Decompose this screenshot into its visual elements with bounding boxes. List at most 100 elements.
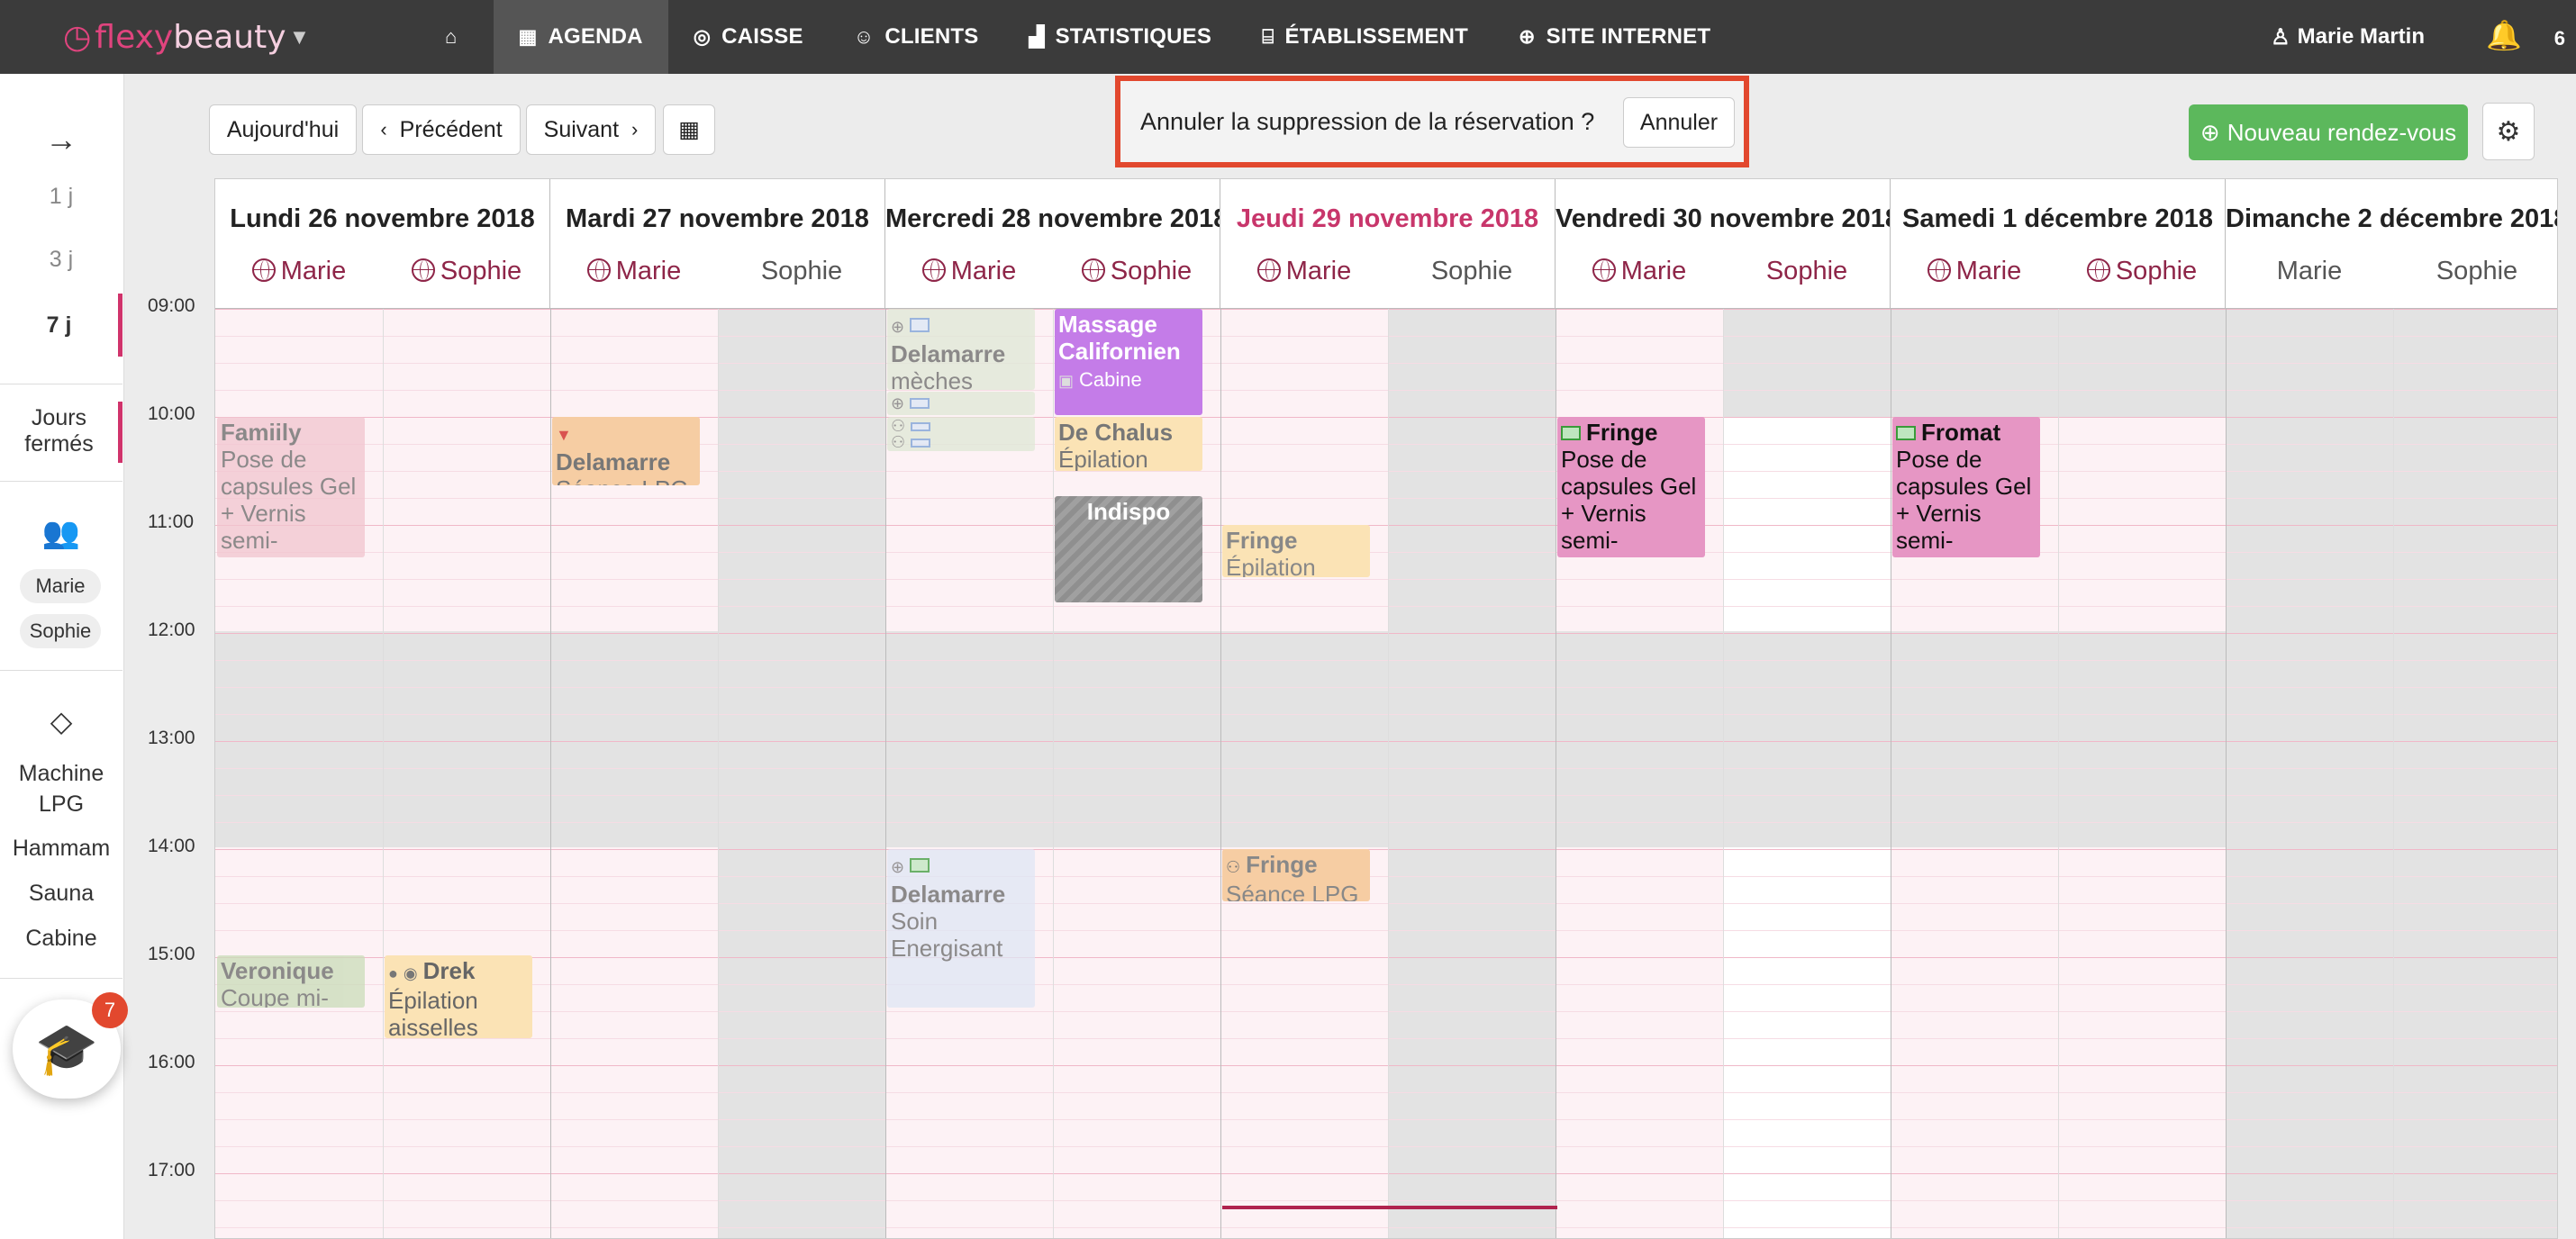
unavailable-block[interactable]: Indispo [1055, 496, 1202, 602]
appointment-mini-slot[interactable]: ⊕ [887, 392, 1035, 415]
staff-header-marie[interactable]: Marie [885, 257, 1053, 286]
box-icon: ◇ [50, 705, 73, 737]
day-header-sat[interactable]: Samedi 1 décembre 2018 Marie Sophie [1891, 179, 2226, 309]
nav-etablissement[interactable]: ⌸ ÉTABLISSEMENT [1237, 0, 1493, 74]
undo-delete-alert: Annuler la suppression de la réservation… [1115, 76, 1749, 167]
resource-machine-lpg[interactable]: Machine LPG [0, 758, 122, 819]
quarter-line [215, 930, 2557, 931]
appointment-famiily[interactable]: Famiily Pose de capsules Gel + Vernis se… [217, 417, 365, 557]
day-separator [550, 179, 551, 1238]
quarter-line [215, 606, 2557, 607]
day-header-sun[interactable]: Dimanche 2 décembre 2018 Marie Sophie [2226, 179, 2557, 309]
nav-caisse-label: CAISSE [721, 24, 803, 49]
staff-header-marie[interactable]: Marie [2226, 257, 2393, 286]
staff-chip-marie[interactable]: Marie [20, 569, 101, 603]
user-circle-icon: ◉ [403, 964, 418, 982]
week-calendar: Lundi 26 novembre 2018 Marie Sophie Mard… [214, 178, 2558, 1239]
appointment-fromat[interactable]: Fromat Pose de capsules Gel + Vernis semi… [1892, 417, 2040, 557]
brand-logo[interactable]: ◷ flexy beauty ▼ [63, 13, 305, 61]
globe-icon [921, 258, 946, 282]
staff-header-sophie[interactable]: Sophie [1053, 257, 1220, 286]
resource-cabine[interactable]: Cabine [0, 926, 122, 952]
appointment-delamarre-wed[interactable]: ⊕ Delamarre mèches [887, 309, 1035, 390]
staff-name: Marie [1955, 257, 2022, 285]
nav-site-internet-label: SITE INTERNET [1546, 24, 1711, 49]
staff-header-sophie[interactable]: Sophie [718, 257, 885, 286]
appointment-mini-slot[interactable]: ⚇ ⚇ [887, 417, 1035, 451]
undo-cancel-button[interactable]: Annuler [1623, 97, 1735, 148]
appointment-drek[interactable]: ● ◉ Drek Épilation aisselles [385, 955, 532, 1038]
staff-column-tue-sophie-closed [718, 309, 885, 1238]
view-7-days[interactable]: 7 j [0, 294, 122, 357]
bell-icon[interactable]: 🔔 [2486, 18, 2522, 52]
sitemap-icon: ⚇ [1226, 858, 1241, 876]
previous-button[interactable]: ‹ Précédent [362, 104, 521, 155]
staff-header-sophie[interactable]: Sophie [1723, 257, 1891, 286]
nav-home[interactable]: ⌂ [420, 0, 494, 74]
hour-label: 11:00 [148, 511, 194, 532]
quarter-line [215, 822, 2557, 823]
view-1-day[interactable]: 1 j [0, 184, 122, 210]
appointment-delamarre-soin[interactable]: ⊕ Delamarre Soin Energisant [887, 849, 1035, 1008]
next-button[interactable]: Suivant › [526, 104, 656, 155]
day-header-thu-today[interactable]: Jeudi 29 novembre 2018 Marie Sophie [1220, 179, 1556, 309]
view-3-days[interactable]: 3 j [0, 247, 122, 273]
day-separator [2226, 179, 2227, 1238]
nav-site-internet[interactable]: ⊕ SITE INTERNET [1493, 0, 1736, 74]
settings-gear-icon[interactable]: ⚙ [2482, 103, 2535, 160]
door-icon: ▣ [1058, 372, 1075, 390]
nav-agenda[interactable]: ▦ AGENDA [493, 0, 668, 74]
sidebar-divider [0, 670, 122, 671]
globe-icon [2086, 258, 2110, 282]
date-picker-button[interactable]: ▦ [663, 104, 715, 155]
day-header-tue[interactable]: Mardi 27 novembre 2018 Marie Sophie [550, 179, 885, 309]
appointment-resource: Cabine [1079, 368, 1142, 391]
user-menu[interactable]: ♙ Marie Martin [2271, 0, 2425, 74]
staff-separator [383, 179, 384, 1238]
resource-sauna[interactable]: Sauna [0, 881, 122, 907]
day-header-mon[interactable]: Lundi 26 novembre 2018 Marie Sophie [215, 179, 550, 309]
appointment-de-chalus[interactable]: De Chalus Épilation [1055, 417, 1202, 471]
user-name: Marie Martin [2297, 24, 2425, 49]
staff-separator [2058, 179, 2059, 1238]
staff-header-sophie[interactable]: Sophie [2393, 257, 2557, 286]
globe-icon [1081, 258, 1105, 282]
staff-header-sophie[interactable]: Sophie [383, 257, 550, 286]
day-header-fri[interactable]: Vendredi 30 novembre 2018 Marie Sophie [1556, 179, 1891, 309]
nav-agenda-label: AGENDA [548, 24, 643, 49]
quarter-line [215, 984, 2557, 985]
new-appointment-button[interactable]: ⊕ Nouveau rendez-vous [2189, 104, 2468, 160]
staff-header-marie[interactable]: Marie [1220, 257, 1388, 286]
unavailable-label: Indispo [1086, 498, 1171, 525]
resource-hammam[interactable]: Hammam [0, 836, 122, 862]
nav-caisse[interactable]: ◎ CAISSE [668, 0, 829, 74]
appointment-fringe-capsules[interactable]: Fringe Pose de capsules Gel + Vernis semi… [1557, 417, 1705, 557]
appointment-service: Séance LPG [556, 475, 688, 485]
appointment-massage-californien[interactable]: Massage Californien ▣ Cabine [1055, 309, 1202, 415]
staff-header-sophie[interactable]: Sophie [1388, 257, 1556, 286]
appointment-veronique[interactable]: Veronique Coupe mi- [217, 955, 365, 1008]
appointment-fringe-epilation[interactable]: Fringe Épilation [1222, 525, 1370, 577]
day-title: Mardi 27 novembre 2018 [566, 204, 869, 233]
appointment-delamarre-tue[interactable]: ▼ DelamarreSéance LPG [552, 417, 700, 485]
appointment-service: Épilation aisselles [388, 987, 478, 1038]
nav-statistiques[interactable]: ▟ STATISTIQUES [1003, 0, 1237, 74]
staff-chip-sophie[interactable]: Sophie [20, 614, 101, 648]
today-button[interactable]: Aujourd'hui [209, 104, 357, 155]
globe-icon [251, 258, 276, 282]
appointment-fringe-lpg[interactable]: ⚇ Fringe Séance LPG [1222, 849, 1370, 901]
day-title: Jeudi 29 novembre 2018 [1236, 204, 1539, 233]
day-separator [885, 179, 886, 1238]
staff-header-marie[interactable]: Marie [1556, 257, 1723, 286]
day-header-wed[interactable]: Mercredi 28 novembre 2018 Marie Sophie [885, 179, 1220, 309]
calendar-icon: ▦ [678, 117, 700, 142]
closed-days-toggle[interactable]: Jours fermés [0, 402, 122, 463]
nav-clients[interactable]: ☺ CLIENTS [829, 0, 1004, 74]
staff-header-marie[interactable]: Marie [550, 257, 718, 286]
staff-header-marie[interactable]: Marie [215, 257, 383, 286]
staff-header-sophie[interactable]: Sophie [2058, 257, 2226, 286]
appointment-client: Fringe [1586, 419, 1658, 446]
arrow-right-icon[interactable]: → [0, 121, 122, 158]
staff-header-marie[interactable]: Marie [1891, 257, 2058, 286]
globe-icon: ⊕ [891, 394, 905, 412]
